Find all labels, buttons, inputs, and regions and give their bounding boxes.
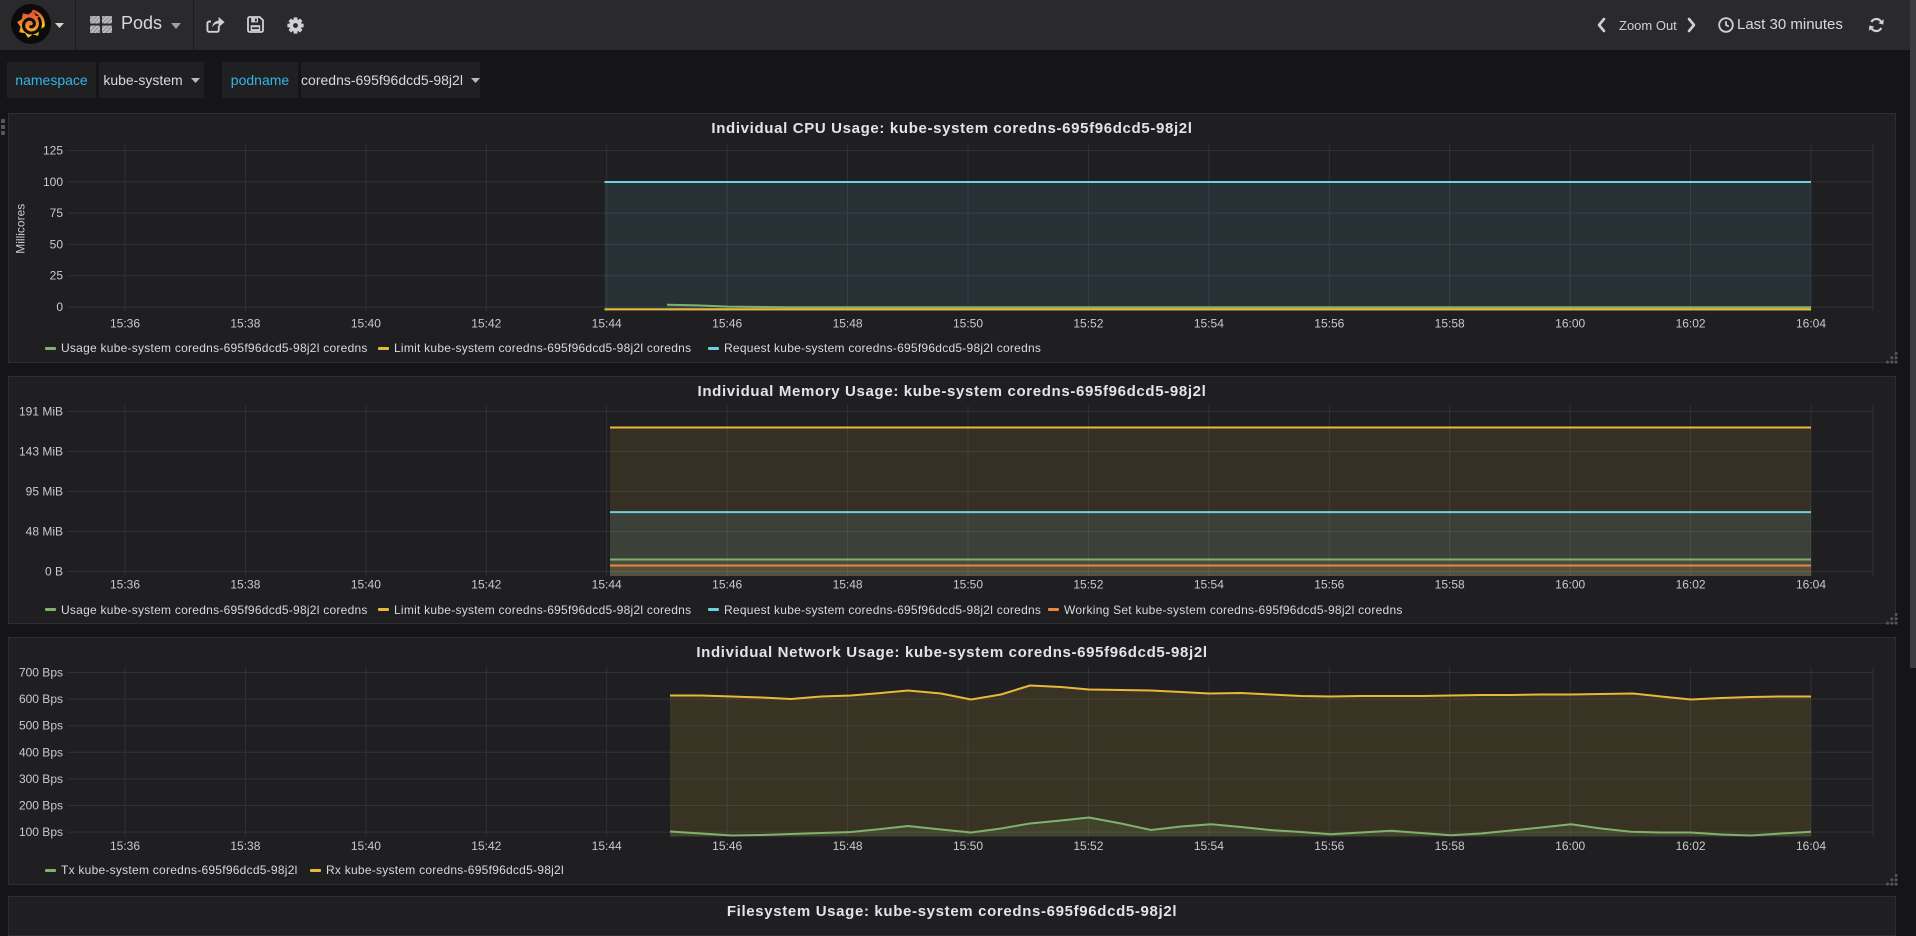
svg-text:15:52: 15:52 bbox=[1073, 838, 1103, 852]
svg-text:15:50: 15:50 bbox=[953, 317, 983, 331]
svg-text:0: 0 bbox=[56, 300, 63, 314]
svg-text:Millicores: Millicores bbox=[14, 204, 28, 254]
svg-text:15:36: 15:36 bbox=[110, 317, 140, 331]
svg-text:15:46: 15:46 bbox=[712, 577, 742, 591]
svg-text:15:38: 15:38 bbox=[230, 317, 260, 331]
svg-text:15:48: 15:48 bbox=[833, 838, 863, 852]
svg-text:16:04: 16:04 bbox=[1796, 317, 1826, 331]
svg-text:100 Bps: 100 Bps bbox=[19, 825, 63, 839]
svg-text:16:00: 16:00 bbox=[1555, 317, 1585, 331]
svg-text:15:58: 15:58 bbox=[1435, 317, 1465, 331]
svg-text:500 Bps: 500 Bps bbox=[19, 718, 63, 732]
svg-text:16:00: 16:00 bbox=[1555, 577, 1585, 591]
svg-text:400 Bps: 400 Bps bbox=[19, 745, 63, 759]
svg-text:15:44: 15:44 bbox=[592, 838, 622, 852]
svg-text:15:52: 15:52 bbox=[1073, 577, 1103, 591]
svg-text:16:04: 16:04 bbox=[1796, 577, 1826, 591]
svg-text:15:48: 15:48 bbox=[833, 317, 863, 331]
svg-text:15:36: 15:36 bbox=[110, 838, 140, 852]
svg-text:100: 100 bbox=[43, 175, 63, 189]
svg-text:16:02: 16:02 bbox=[1676, 577, 1706, 591]
svg-text:15:38: 15:38 bbox=[230, 838, 260, 852]
svg-text:15:38: 15:38 bbox=[230, 577, 260, 591]
svg-text:15:48: 15:48 bbox=[833, 577, 863, 591]
svg-text:15:40: 15:40 bbox=[351, 317, 381, 331]
svg-text:15:58: 15:58 bbox=[1435, 838, 1465, 852]
svg-text:191 MiB: 191 MiB bbox=[19, 404, 63, 418]
svg-text:15:54: 15:54 bbox=[1194, 317, 1224, 331]
svg-text:15:58: 15:58 bbox=[1435, 577, 1465, 591]
svg-text:16:02: 16:02 bbox=[1676, 317, 1706, 331]
svg-text:16:02: 16:02 bbox=[1676, 838, 1706, 852]
svg-text:700 Bps: 700 Bps bbox=[19, 665, 63, 679]
svg-text:143 MiB: 143 MiB bbox=[19, 444, 63, 458]
svg-text:50: 50 bbox=[50, 237, 64, 251]
svg-text:15:42: 15:42 bbox=[471, 577, 501, 591]
svg-text:48 MiB: 48 MiB bbox=[26, 524, 63, 538]
svg-text:15:52: 15:52 bbox=[1073, 317, 1103, 331]
svg-text:15:40: 15:40 bbox=[351, 577, 381, 591]
svg-text:200 Bps: 200 Bps bbox=[19, 798, 63, 812]
svg-text:95 MiB: 95 MiB bbox=[26, 484, 63, 498]
svg-text:15:42: 15:42 bbox=[471, 838, 501, 852]
svg-text:15:50: 15:50 bbox=[953, 577, 983, 591]
svg-text:15:54: 15:54 bbox=[1194, 838, 1224, 852]
svg-text:0 B: 0 B bbox=[45, 564, 63, 578]
svg-text:15:46: 15:46 bbox=[712, 317, 742, 331]
svg-text:15:36: 15:36 bbox=[110, 577, 140, 591]
svg-text:15:44: 15:44 bbox=[592, 577, 622, 591]
svg-text:15:56: 15:56 bbox=[1314, 577, 1344, 591]
svg-text:125: 125 bbox=[43, 144, 63, 158]
svg-text:15:50: 15:50 bbox=[953, 838, 983, 852]
svg-text:75: 75 bbox=[50, 206, 64, 220]
svg-text:15:56: 15:56 bbox=[1314, 317, 1344, 331]
svg-text:25: 25 bbox=[50, 269, 64, 283]
svg-text:600 Bps: 600 Bps bbox=[19, 692, 63, 706]
svg-text:15:40: 15:40 bbox=[351, 838, 381, 852]
svg-text:15:42: 15:42 bbox=[471, 317, 501, 331]
svg-text:16:04: 16:04 bbox=[1796, 838, 1826, 852]
svg-text:15:56: 15:56 bbox=[1314, 838, 1344, 852]
svg-text:16:00: 16:00 bbox=[1555, 838, 1585, 852]
svg-text:15:44: 15:44 bbox=[592, 317, 622, 331]
svg-text:300 Bps: 300 Bps bbox=[19, 771, 63, 785]
svg-text:15:46: 15:46 bbox=[712, 838, 742, 852]
svg-text:15:54: 15:54 bbox=[1194, 577, 1224, 591]
